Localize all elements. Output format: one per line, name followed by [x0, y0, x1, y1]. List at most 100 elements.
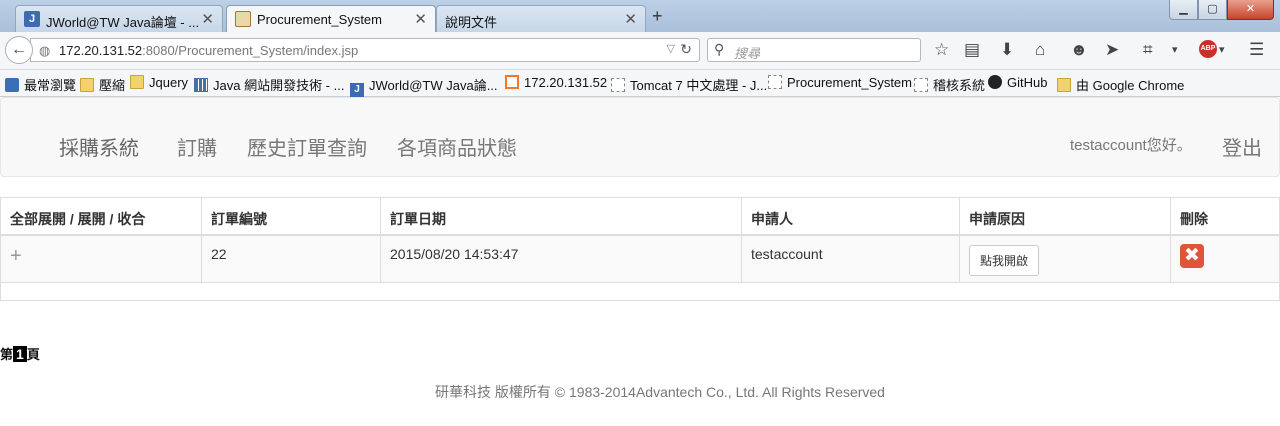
- header-applicant: 申請人: [742, 198, 960, 236]
- reload-icon[interactable]: ↻: [680, 41, 692, 58]
- back-arrow-icon: ←: [11, 41, 27, 58]
- header-reason: 申請原因: [960, 198, 1171, 236]
- user-greeting: testaccount您好。: [1070, 137, 1192, 154]
- tab-label: JWorld@TW Java論壇 - ...: [46, 15, 200, 30]
- header-order-date: 訂單日期: [381, 198, 742, 236]
- orders-table: 全部展開 / 展開 / 收合 訂單編號 訂單日期 申請人 申請原因 刪除 + 2…: [0, 197, 1280, 301]
- search-box[interactable]: ⚲ 搜尋: [707, 38, 921, 62]
- browser-tab-bar: J JWorld@TW Java論壇 - ... ✕ Procurement_S…: [0, 0, 1280, 33]
- search-placeholder: 搜尋: [734, 46, 761, 61]
- bookmark-label: 最常瀏覽: [24, 78, 77, 93]
- header-order-id: 訂單編號: [202, 198, 381, 236]
- bookmark-item[interactable]: 由 Google Chrome: [1057, 75, 1184, 94]
- bookmarks-bar: 最常瀏覽 壓縮 Jquery Java 網站開發技術 - ... J JWorld…: [0, 70, 1280, 97]
- bookmark-label: 由 Google Chrome: [1076, 78, 1185, 93]
- new-tab-icon[interactable]: +: [652, 6, 663, 27]
- chat-icon[interactable]: ☻: [1070, 41, 1088, 59]
- dropdown-icon[interactable]: ▽: [667, 42, 675, 55]
- bookmark-item[interactable]: Jquery: [130, 75, 188, 90]
- bookmark-label: Tomcat 7 中文處理 - J...: [630, 78, 768, 93]
- cell-reason: 點我開啟: [960, 236, 1171, 283]
- delete-icon[interactable]: ✖: [1180, 244, 1204, 268]
- address-bar[interactable]: ◍ 172.20.131.52:8080/Procurement_System/…: [30, 38, 700, 62]
- close-icon[interactable]: ✕: [414, 10, 427, 28]
- globe-icon: ◍: [39, 43, 51, 58]
- close-icon[interactable]: ✕: [201, 10, 214, 28]
- grid-icon: [194, 78, 208, 92]
- page-icon: [914, 78, 928, 92]
- bookmark-item[interactable]: 172.20.131.52: [505, 75, 607, 90]
- navigation-toolbar: ◍ 172.20.131.52:8080/Procurement_System/…: [0, 32, 1280, 70]
- bookmark-item[interactable]: Procurement_System: [768, 75, 912, 90]
- nav-link-order[interactable]: 訂購: [177, 132, 217, 161]
- pagination: 第1頁: [0, 344, 40, 363]
- bookmark-item[interactable]: GitHub: [988, 75, 1047, 90]
- bookmark-item[interactable]: 最常瀏覽: [5, 75, 76, 94]
- tab-docs[interactable]: 說明文件 ✕: [436, 5, 646, 32]
- pager-prefix: 第: [0, 347, 14, 362]
- bookmark-item[interactable]: 壓縮: [80, 75, 125, 94]
- back-button[interactable]: ←: [5, 36, 33, 64]
- bookmark-item[interactable]: J JWorld@TW Java論...: [350, 75, 498, 97]
- github-icon: [988, 75, 1002, 89]
- dropdown-arrow-icon[interactable]: ▾: [1172, 41, 1178, 59]
- bookmark-star-icon[interactable]: ☆: [934, 41, 949, 59]
- bookmark-label: GitHub: [1007, 75, 1048, 90]
- bookmark-label: Procurement_System: [787, 75, 912, 90]
- tab-label: 說明文件: [445, 15, 498, 30]
- header-delete: 刪除: [1171, 198, 1279, 236]
- dropdown-arrow-icon[interactable]: ▾: [1219, 41, 1225, 59]
- page-icon: [611, 78, 625, 92]
- cell-applicant: testaccount: [742, 236, 960, 283]
- bookmark-label: 稽核系統: [933, 78, 986, 93]
- footer-copyright: 研華科技 版權所有 © 1983-2014Advantech Co., Ltd.…: [435, 384, 885, 400]
- menu-icon[interactable]: ☰: [1249, 41, 1264, 59]
- open-reason-button[interactable]: 點我開啟: [969, 245, 1040, 276]
- image-favicon-icon: [235, 11, 251, 27]
- site-brand-link[interactable]: 採購系統: [59, 132, 139, 161]
- tab-procurement[interactable]: Procurement_System ✕: [226, 5, 436, 33]
- xampp-icon: [505, 75, 519, 89]
- window-close-icon[interactable]: ✕: [1227, 0, 1274, 20]
- folder-icon: [1057, 78, 1071, 92]
- minimize-icon[interactable]: ▁: [1169, 0, 1198, 20]
- send-icon[interactable]: ➤: [1105, 41, 1119, 59]
- jworld-icon: J: [350, 83, 364, 97]
- expand-plus-icon[interactable]: +: [10, 245, 22, 267]
- cell-order-date: 2015/08/20 14:53:47: [381, 236, 742, 283]
- bookmark-item[interactable]: Java 網站開發技術 - ...: [194, 75, 344, 94]
- url-text: 172.20.131.52:8080/Procurement_System/in…: [59, 43, 358, 58]
- page-icon: [768, 75, 782, 89]
- pager-suffix: 頁: [26, 347, 40, 362]
- url-host: 172.20.131.52: [59, 43, 143, 58]
- bookmark-item[interactable]: Tomcat 7 中文處理 - J...: [611, 75, 767, 94]
- adblock-icon[interactable]: ABP: [1199, 40, 1217, 58]
- download-icon[interactable]: ⬇: [1000, 41, 1014, 59]
- bookmark-label: 172.20.131.52: [524, 75, 608, 90]
- logout-link[interactable]: 登出: [1222, 132, 1262, 161]
- page-number-link[interactable]: 1: [13, 346, 27, 362]
- nav-link-product-status[interactable]: 各項商品狀態: [397, 132, 517, 161]
- crop-icon[interactable]: ⌗: [1143, 41, 1153, 59]
- reading-list-icon[interactable]: ▤: [964, 41, 980, 59]
- tab-label: Procurement_System: [257, 12, 382, 27]
- nav-link-order-history[interactable]: 歷史訂單查詢: [247, 132, 367, 161]
- bookmark-item[interactable]: 稽核系統: [914, 75, 985, 94]
- folder-icon: [80, 78, 94, 92]
- maximize-icon[interactable]: ▢: [1198, 0, 1227, 20]
- cell-delete: ✖: [1171, 236, 1279, 283]
- bookmark-label: 壓縮: [99, 78, 126, 93]
- url-path: :8080/Procurement_System/index.jsp: [142, 43, 359, 58]
- window-controls: ▁ ▢ ✕: [1169, 0, 1274, 20]
- header-expand-collapse[interactable]: 全部展開 / 展開 / 收合: [1, 198, 202, 236]
- jworld-favicon-icon: J: [24, 11, 40, 27]
- bookmark-label: Java 網站開發技術 - ...: [213, 78, 345, 93]
- site-navbar: 採購系統 訂購 歷史訂單查詢 各項商品狀態 testaccount您好。 登出: [0, 97, 1280, 177]
- table-row-expand-cell: +: [1, 236, 202, 283]
- folder-icon: [130, 75, 144, 89]
- close-icon[interactable]: ✕: [624, 10, 637, 28]
- star-icon: [5, 78, 19, 92]
- bookmark-label: JWorld@TW Java論...: [369, 78, 498, 93]
- tab-jworld[interactable]: J JWorld@TW Java論壇 - ... ✕: [15, 5, 223, 32]
- home-icon[interactable]: ⌂: [1035, 41, 1045, 59]
